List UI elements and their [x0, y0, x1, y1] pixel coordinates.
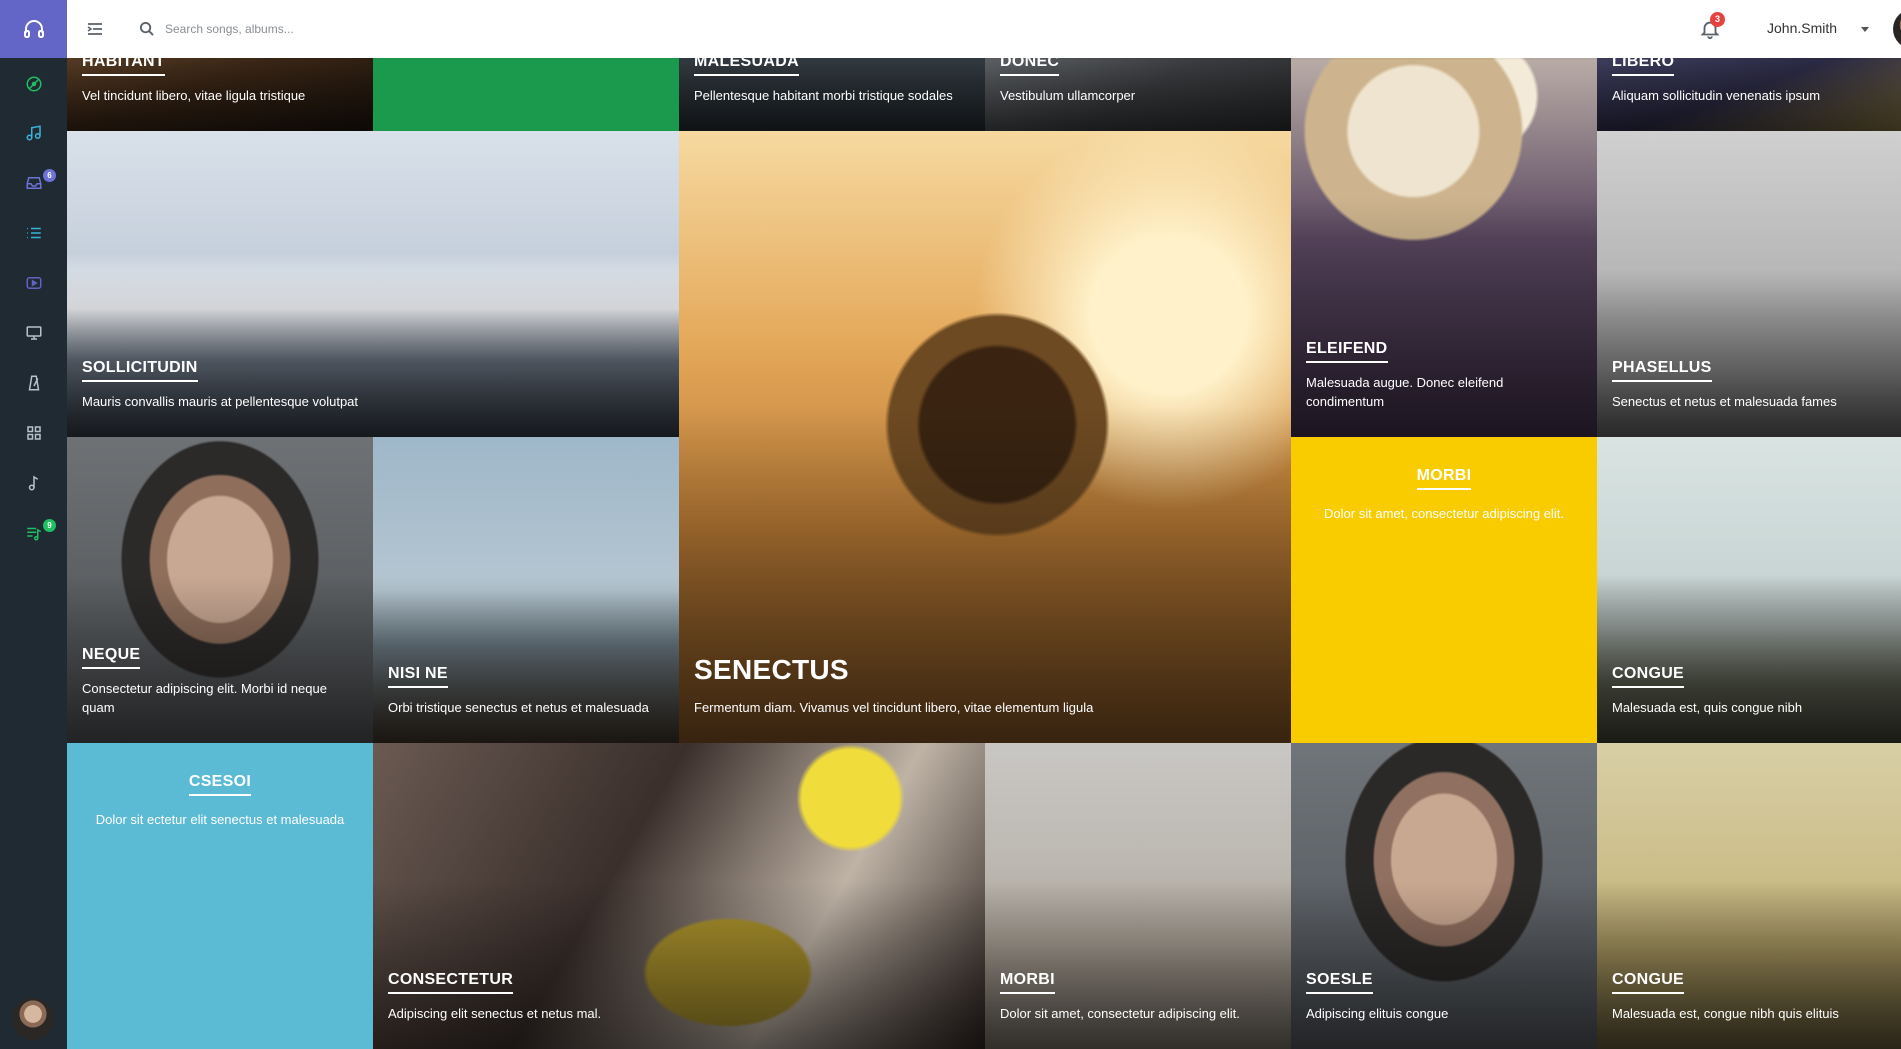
notifications-badge: 3 — [1710, 12, 1725, 27]
tile-congue-1[interactable]: CONGUE Malesuada est, quis congue nibh — [1597, 437, 1901, 743]
tile-title[interactable]: SOESLE — [1306, 971, 1373, 994]
video-icon — [26, 277, 41, 289]
sidebar-item-playlist[interactable]: 9 — [0, 513, 67, 553]
tile-senectus[interactable]: SENECTUS Fermentum diam. Vivamus vel tinc… — [679, 131, 1291, 743]
tile-desc: Fermentum diam. Vivamus vel tincidunt li… — [694, 700, 1094, 715]
sidebar-item-inbox[interactable]: 6 — [0, 163, 67, 203]
music-note-icon — [26, 125, 41, 141]
tile-congue-2[interactable]: CONGUE Malesuada est, congue nibh quis el… — [1597, 743, 1901, 1049]
sidebar-item-grid[interactable] — [0, 413, 67, 453]
tile-title[interactable]: NISI NE — [388, 665, 448, 688]
tile-title[interactable]: CONGUE — [1612, 971, 1685, 994]
sidebar-item-list[interactable] — [0, 213, 67, 253]
disc-icon — [26, 76, 41, 92]
brand-logo[interactable] — [0, 0, 67, 58]
tile-title[interactable]: SOLLICITUDIN — [82, 359, 198, 382]
tile-desc: Consectetur adipiscing elit. Morbi id ne… — [82, 681, 327, 715]
top-header: 3 John.Smith — [67, 0, 1901, 58]
tile-desc: Malesuada est, quis congue nibh — [1612, 700, 1803, 715]
caret-down-icon[interactable] — [1861, 27, 1869, 32]
playlist-badge: 9 — [43, 519, 56, 532]
tile-desc: Senectus et netus et malesuada fames — [1612, 394, 1837, 409]
sidebar-item-video[interactable] — [0, 263, 67, 303]
tile-title[interactable]: ELEIFEND — [1306, 340, 1388, 363]
tile-desc: Mauris convallis mauris at pellentesque … — [82, 394, 359, 409]
tile-desc: Dolor sit ectetur elit senectus et males… — [95, 812, 345, 827]
tile-consectetur[interactable]: CONSECTETUR Adipiscing elit senectus et n… — [373, 743, 985, 1049]
list-icon — [26, 227, 41, 239]
sidebar-item-discover[interactable] — [0, 64, 67, 104]
tile-neque[interactable]: NEQUE Consectetur adipiscing elit. Morbi … — [67, 437, 373, 743]
tile-eleifend[interactable]: ELEIFEND Malesuada augue. Donec eleifend … — [1291, 0, 1597, 437]
tile-morbi-yellow[interactable]: MORBI Dolor sit amet, consectetur adipisc… — [1291, 437, 1597, 743]
tile-desc: Malesuada est, congue nibh quis elituis — [1612, 1006, 1839, 1021]
user-menu-name[interactable]: John.Smith — [1767, 20, 1837, 36]
tile-title[interactable]: NEQUE — [82, 646, 141, 669]
tile-title[interactable]: CONGUE — [1612, 665, 1685, 688]
tile-soesle[interactable]: SOESLE Adipiscing elituis congue — [1291, 743, 1597, 1049]
tile-title[interactable]: SENECTUS — [694, 654, 849, 686]
eighth-note-icon — [28, 475, 38, 491]
tile-title[interactable]: MORBI — [1000, 971, 1055, 994]
tile-desc: Pellentesque habitant morbi tristique so… — [694, 88, 953, 103]
sidebar-item-metronome[interactable] — [0, 363, 67, 403]
monitor-icon — [26, 326, 41, 340]
inbox-badge: 6 — [43, 169, 56, 182]
album-grid: HABITANT Vel tincidunt libero, vitae ligu… — [67, 0, 1901, 1049]
metronome-icon — [28, 375, 39, 391]
grid-icon — [26, 426, 41, 440]
tile-title[interactable]: PHASELLUS — [1612, 359, 1712, 382]
search-input[interactable] — [165, 15, 505, 43]
tile-nisi-ne[interactable]: NISI NE Orbi tristique senectus et netus … — [373, 437, 679, 743]
tile-desc: Vestibulum ullamcorper — [1000, 88, 1136, 103]
inbox-icon — [26, 177, 41, 189]
tile-title[interactable]: CONSECTETUR — [388, 971, 514, 994]
menu-toggle-icon[interactable] — [85, 19, 105, 39]
sidebar-item-notes[interactable] — [0, 463, 67, 503]
tile-desc: Orbi tristique senectus et netus et male… — [388, 700, 649, 715]
tile-morbi-dunes[interactable]: MORBI Dolor sit amet, consectetur adipisc… — [985, 743, 1291, 1049]
tile-desc: Vel tincidunt libero, vitae ligula trist… — [82, 88, 306, 103]
tile-title[interactable]: CSESOI — [188, 773, 252, 796]
tile-desc: Dolor sit amet, consectetur adipiscing e… — [1324, 506, 1564, 521]
tile-desc: Malesuada augue. Donec eleifend condimen… — [1306, 375, 1504, 409]
playlist-icon — [26, 527, 41, 541]
sidebar: 6 9 — [0, 0, 67, 1049]
tile-desc: Adipiscing elituis congue — [1306, 1006, 1449, 1021]
tile-csesoi[interactable]: CSESOI Dolor sit ectetur elit senectus et… — [67, 743, 373, 1049]
tile-sollicitudin[interactable]: SOLLICITUDIN Mauris convallis mauris at p… — [67, 131, 679, 437]
search-icon — [139, 21, 154, 36]
tile-phasellus[interactable]: PHASELLUS Senectus et netus et malesuada … — [1597, 131, 1901, 437]
sidebar-item-monitor[interactable] — [0, 313, 67, 353]
user-avatar[interactable] — [1893, 9, 1901, 49]
tile-title[interactable]: MORBI — [1416, 467, 1472, 490]
tile-desc: Aliquam sollicitudin venenatis ipsum — [1612, 88, 1821, 103]
tile-desc: Dolor sit amet, consectetur adipiscing e… — [1000, 1006, 1240, 1021]
sidebar-avatar[interactable] — [12, 998, 54, 1040]
headphones-icon — [23, 20, 44, 38]
tile-desc: Adipiscing elit senectus et netus mal. — [388, 1006, 602, 1021]
sidebar-item-music[interactable] — [0, 113, 67, 153]
